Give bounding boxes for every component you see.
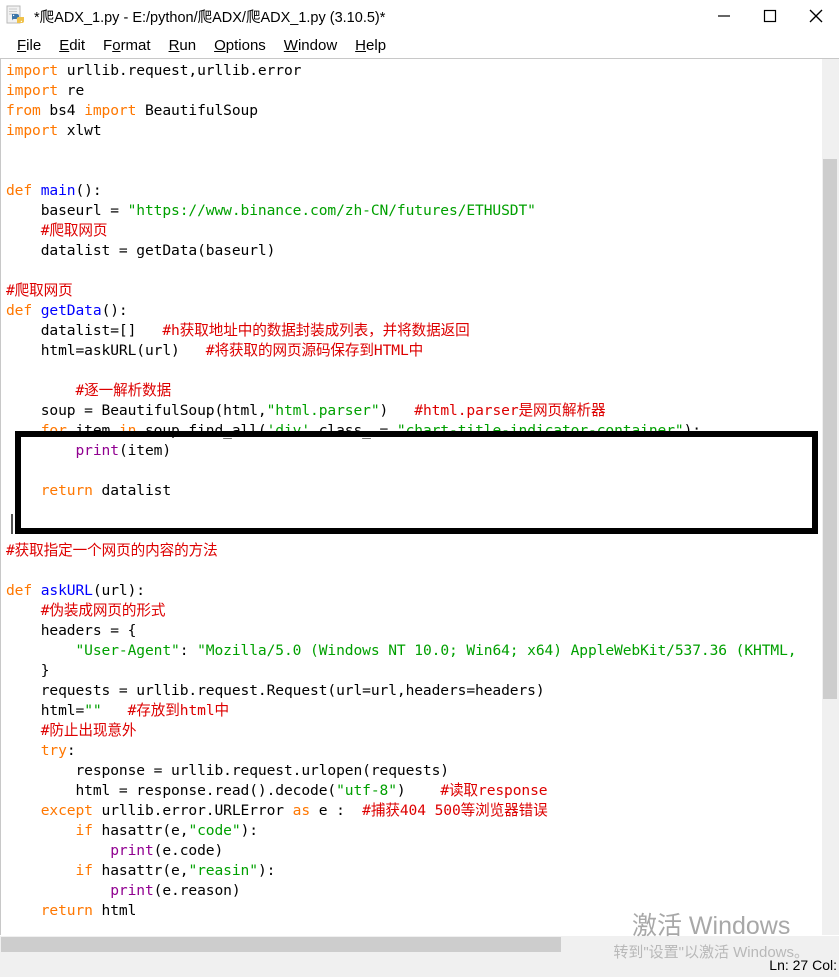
horizontal-scrollbar-thumb[interactable] — [1, 937, 561, 952]
status-bar: Ln: 27 Col: — [0, 953, 839, 977]
idle-editor-window: *爬ADX_1.py - E:/python/爬ADX/爬ADX_1.py (3… — [0, 0, 839, 977]
menu-item-run[interactable]: Run — [160, 37, 206, 54]
text-caret — [11, 514, 13, 534]
title-bar: *爬ADX_1.py - E:/python/爬ADX/爬ADX_1.py (3… — [0, 0, 839, 32]
vertical-scrollbar[interactable] — [821, 59, 839, 935]
horizontal-scrollbar[interactable] — [0, 935, 839, 953]
minimize-button[interactable] — [701, 0, 747, 32]
window-title: *爬ADX_1.py - E:/python/爬ADX/爬ADX_1.py (3… — [34, 9, 386, 26]
source-code[interactable]: import urllib.request,urllib.error impor… — [1, 61, 821, 921]
menu-bar: File Edit Format Run Options Window Help — [0, 32, 839, 58]
menu-item-help[interactable]: Help — [346, 37, 395, 54]
maximize-button[interactable] — [747, 0, 793, 32]
cursor-position-status: Ln: 27 Col: — [769, 957, 837, 973]
menu-item-file[interactable]: File — [8, 37, 50, 54]
menu-item-window[interactable]: Window — [275, 37, 346, 54]
window-controls — [701, 0, 839, 32]
code-text-area[interactable]: import urllib.request,urllib.error impor… — [1, 59, 821, 935]
menu-item-format[interactable]: Format — [94, 37, 160, 54]
menu-item-options[interactable]: Options — [205, 37, 275, 54]
editor-area: import urllib.request,urllib.error impor… — [0, 58, 839, 935]
close-button[interactable] — [793, 0, 839, 32]
python-file-icon — [6, 5, 26, 27]
menu-item-edit[interactable]: Edit — [50, 37, 94, 54]
vertical-scrollbar-thumb[interactable] — [823, 159, 837, 699]
